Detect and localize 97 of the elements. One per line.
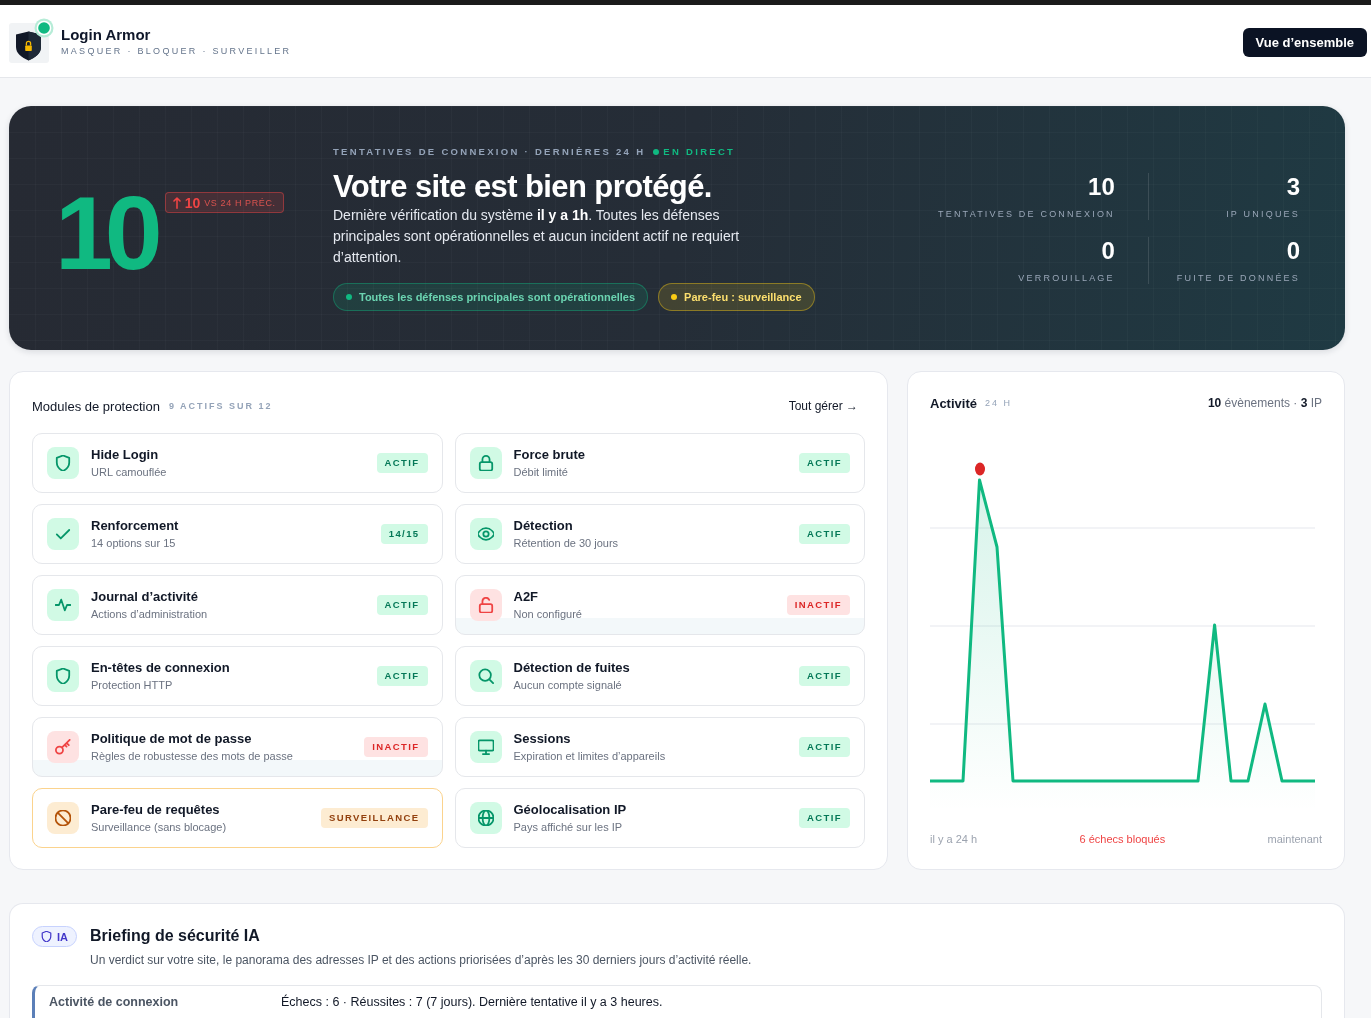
status-badge: ACTIF: [799, 453, 850, 473]
arrow-up-icon: [172, 196, 181, 209]
row-label: Activité de connexion: [49, 995, 179, 1009]
shield-icon: [47, 660, 79, 692]
module-card[interactable]: Géolocalisation IP Pays affiché sur les IP ACTIF: [454, 788, 865, 848]
module-card[interactable]: Renforcement 14 options sur 15 14/15: [32, 504, 443, 564]
status-badge: ACTIF: [799, 808, 850, 828]
module-card[interactable]: Politique de mot de passe Règles de robustesse des mots de passe INACTIF: [32, 717, 443, 777]
period-label: 24 H: [984, 398, 1012, 408]
module-detail: 14 options sur 15: [91, 536, 176, 550]
stat-value: 3: [1286, 172, 1300, 201]
module-card[interactable]: En-têtes de connexion Protection HTTP ACTIF: [32, 646, 443, 706]
module-detail: Règles de robustesse des mots de passe: [91, 749, 293, 763]
module-name: Renforcement: [91, 518, 179, 534]
activity-summary: 10 évènements · 3 IP: [1207, 396, 1322, 410]
module-detail: URL camouflée: [91, 465, 167, 479]
module-detail: Pays affiché sur les IP: [513, 820, 623, 834]
banner-description: Dernière vérification du système il y a 1h. Toutes les défenses principales sont opérationnelles et aucun incident actif ne requiert d’attention.: [333, 206, 741, 267]
module-detail: Débit limité: [513, 465, 568, 479]
active-count: 9 ACTIFS SUR 12: [168, 401, 273, 411]
search-icon: [469, 660, 502, 692]
module-name: Journal d’activité: [91, 589, 198, 605]
blocked-failures-label: 6 échecs bloqués: [1079, 832, 1166, 846]
panel-title: Activité: [930, 395, 977, 411]
status-badge: SURVEILLANCE: [320, 808, 428, 828]
row-value: Échecs : 6 · Réussites : 7 (7 jours). Dernière tentative il y a 3 heures.: [281, 995, 663, 1009]
module-name: Sessions: [513, 731, 571, 747]
eye-icon: [469, 518, 502, 550]
panel-title: Modules de protection: [32, 398, 160, 414]
module-name: Force brute: [513, 447, 585, 463]
threat-score: 10: [55, 181, 155, 285]
status-badge: ACTIF: [376, 595, 428, 615]
status-chip-label: Pare-feu : surveillance: [684, 291, 802, 303]
module-name: Pare-feu de requêtes: [91, 802, 220, 818]
stat-label: TENTATIVES DE CONNEXION: [938, 207, 1115, 220]
module-name: A2F: [513, 589, 539, 605]
module-card[interactable]: Sessions Expiration et limites d’appareils ACTIF: [454, 717, 865, 777]
status-badge: INACTIF: [364, 737, 428, 757]
manage-all-link[interactable]: Tout gérer →: [788, 399, 858, 413]
axis-start-label: il y a 24 h: [930, 832, 978, 846]
key-icon: [47, 731, 79, 763]
module-card[interactable]: Journal d’activité Actions d’administration ACTIF: [32, 575, 443, 635]
banner-eyebrow: TENTATIVES DE CONNEXION · DERNIÈRES 24 H: [333, 145, 646, 159]
stat-label: FUITE DE DONNÉES: [1176, 271, 1300, 284]
open-padlock-icon: [469, 589, 502, 621]
shield-logo-icon: [9, 18, 54, 64]
stat-label: IP UNIQUES: [1226, 207, 1300, 220]
stat-value: 10: [1088, 172, 1115, 201]
module-card[interactable]: Force brute Débit limité ACTIF: [454, 433, 865, 493]
module-name: Politique de mot de passe: [91, 731, 252, 747]
module-detail: Actions d’administration: [91, 607, 208, 621]
checkmark-icon: [47, 518, 79, 550]
briefing-subtitle: Un verdict sur votre site, le panorama des adresses IP et des actions priorisées d’après les 30 derniers jours d’activité réelle.: [90, 952, 752, 968]
module-card[interactable]: Pare-feu de requêtes Surveillance (sans blocage) SURVEILLANCE: [32, 788, 443, 848]
status-badge: ACTIF: [799, 666, 850, 686]
module-card[interactable]: Détection Rétention de 30 jours ACTIF: [454, 504, 865, 564]
module-name: Détection de fuites: [513, 660, 630, 676]
module-detail: Aucun compte signalé: [513, 678, 622, 692]
module-name: Hide Login: [91, 447, 159, 463]
status-badge: ACTIF: [376, 666, 428, 686]
module-name: Détection: [513, 518, 573, 534]
module-name: Géolocalisation IP: [513, 802, 627, 818]
module-detail: Protection HTTP: [91, 678, 173, 692]
module-detail: Rétention de 30 jours: [513, 536, 619, 550]
change-caption: VS 24 H PRÉC.: [204, 197, 276, 208]
status-chip-label: Toutes les défenses principales sont opérationnelles: [359, 291, 636, 303]
module-card[interactable]: A2F Non configuré INACTIF: [454, 575, 865, 635]
status-badge: INACTIF: [786, 595, 850, 615]
prohibited-sign-icon: [47, 802, 79, 834]
change-value: 10: [184, 194, 201, 211]
stat-value: 0: [1101, 236, 1115, 265]
shield-icon: [47, 447, 79, 479]
status-badge: ACTIF: [376, 453, 428, 473]
banner-title: Votre site est bien protégé.: [333, 169, 712, 205]
module-detail: Non configuré: [513, 607, 582, 621]
axis-end-label: maintenant: [1267, 832, 1322, 846]
brand-name: Login Armor: [61, 25, 152, 44]
status-badge: ACTIF: [799, 737, 850, 757]
status-badge: ACTIF: [799, 524, 850, 544]
module-detail: Surveillance (sans blocage): [91, 820, 227, 834]
module-card[interactable]: Détection de fuites Aucun compte signalé ACTIF: [454, 646, 865, 706]
stat-value: 0: [1286, 236, 1300, 265]
live-label: EN DIRECT: [663, 145, 736, 159]
globe-icon: [469, 802, 502, 834]
stat-label: VERROUILLAGE: [1018, 271, 1115, 284]
shield-icon: [41, 931, 52, 942]
module-name: En-têtes de connexion: [91, 660, 230, 676]
ai-tag-label: IA: [57, 930, 68, 943]
padlock-icon: [469, 447, 502, 479]
module-detail: Expiration et limites d’appareils: [513, 749, 666, 763]
monitor-icon: [469, 731, 502, 763]
briefing-title: Briefing de sécurité IA: [90, 926, 261, 946]
live-dot-icon: [653, 149, 660, 155]
module-card[interactable]: Hide Login URL camouflée ACTIF: [32, 433, 443, 493]
status-badge: 14/15: [380, 524, 428, 544]
brand-tagline: MASQUER · BLOQUER · SURVEILLER: [61, 44, 292, 57]
overview-button[interactable]: Vue d’ensemble: [1242, 27, 1367, 57]
